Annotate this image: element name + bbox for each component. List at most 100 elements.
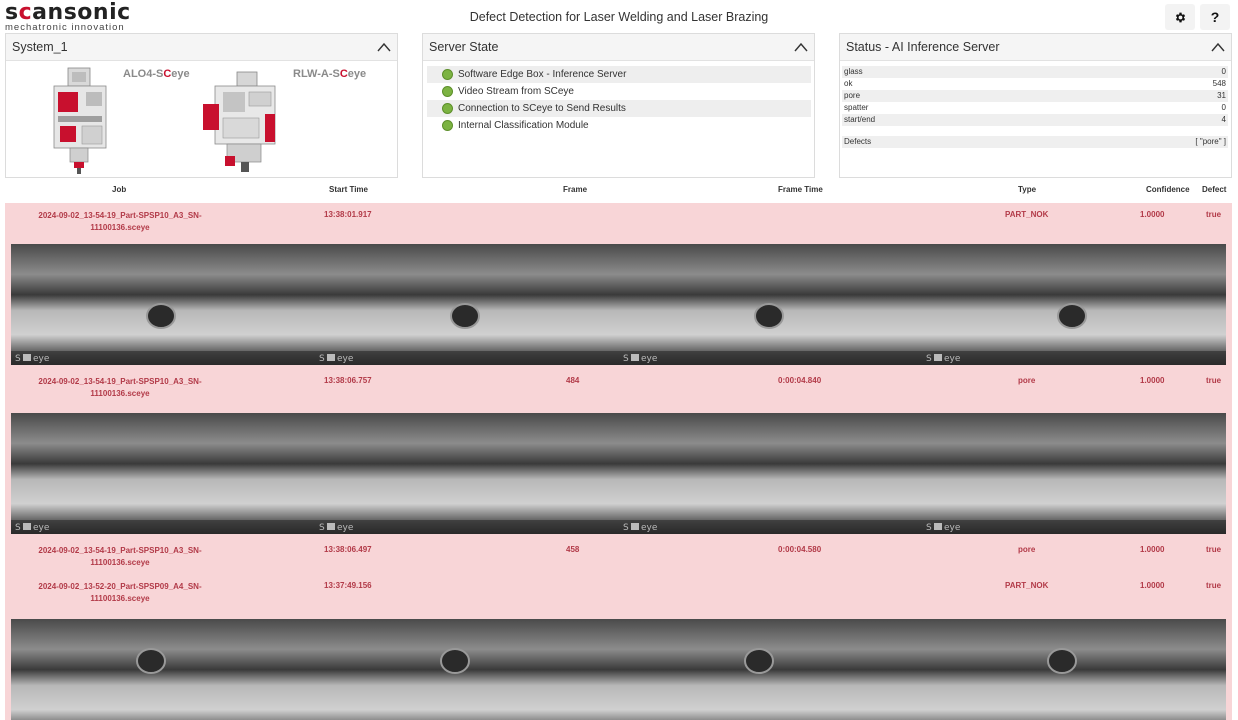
confidence-cell: 1.0000	[1140, 376, 1165, 385]
status-counts-list: glass 0 ok 548 pore 31 spatter 0 start/end 4 …	[842, 66, 1228, 148]
weld-frame-image: S eye	[619, 619, 923, 720]
svg-text:eye: eye	[944, 523, 961, 533]
server-state-item: Video Stream from SCeye	[427, 83, 811, 100]
ai-status-panel: Status - AI Inference Server glass 0 ok 54…	[839, 33, 1232, 178]
system-panel-title: System_1	[12, 40, 68, 54]
app-header: scansonic mechatronic innovation Defect …	[0, 0, 1238, 33]
frame-thumbnail[interactable]: S eye	[315, 413, 619, 534]
status-row-pore: pore 31	[842, 90, 1228, 102]
frame-thumbnail[interactable]: S eye	[922, 244, 1226, 365]
server-state-label: Internal Classification Module	[458, 120, 589, 131]
frame-thumbnail[interactable]: S eye	[619, 619, 923, 720]
type-cell: pore	[1018, 545, 1036, 554]
svg-text:S: S	[15, 354, 21, 364]
server-state-label: Connection to SCeye to Send Results	[458, 103, 626, 114]
job-cell: 2024-09-02_13-54-19_Part-SPSP10_A3_SN- 11…	[38, 377, 202, 398]
weld-frame-image: S eye	[315, 244, 619, 365]
frame-thumbnail[interactable]: S eye	[11, 619, 315, 720]
frame-time-cell: 0:00:04.840	[778, 376, 822, 385]
server-state-panel-title: Server State	[429, 40, 499, 54]
frame-strip: S eye S	[5, 614, 1232, 720]
status-row-defects: Defects[ "pore" ]	[842, 136, 1228, 148]
frame-cell: 484	[566, 376, 580, 385]
column-header-frame-time[interactable]: Frame Time	[778, 185, 823, 194]
svg-text:eye: eye	[641, 523, 658, 533]
frame-thumbnail[interactable]: S eye	[11, 413, 315, 534]
job-cell: 2024-09-02_13-52-20_Part-SPSP09_A4_SN- 11…	[38, 582, 202, 603]
ai-status-panel-header[interactable]: Status - AI Inference Server	[840, 34, 1231, 61]
frame-thumbnail[interactable]: S eye	[619, 413, 923, 534]
logo-tagline: mechatronic innovation	[5, 22, 125, 33]
defect-cell: true	[1206, 581, 1222, 590]
alo4-sceye-label: ALO4-SCeye	[123, 68, 190, 80]
weld-frame-image: S eye	[315, 413, 619, 534]
table-row[interactable]: 2024-09-02_13-54-19_Part-SPSP10_A3_SN- 11…	[5, 203, 1232, 239]
chevron-up-icon[interactable]	[794, 41, 808, 53]
frame-cell: 458	[566, 545, 580, 554]
column-header-start-time[interactable]: Start Time	[329, 185, 368, 194]
frame-thumbnail[interactable]: S eye	[922, 413, 1226, 534]
defect-cell: true	[1206, 210, 1222, 219]
frame-thumbnail[interactable]: S eye	[315, 244, 619, 365]
server-state-item: Connection to SCeye to Send Results	[427, 100, 811, 117]
svg-text:S: S	[926, 354, 932, 364]
column-header-defect[interactable]: Defect	[1202, 185, 1226, 194]
svg-text:S: S	[926, 523, 932, 533]
start-time-cell: 13:38:06.497	[324, 545, 372, 554]
table-row[interactable]: 2024-09-02_13-52-20_Part-SPSP09_A4_SN- 11…	[5, 574, 1232, 614]
status-ok-icon	[442, 69, 453, 80]
settings-button[interactable]	[1165, 4, 1195, 30]
system-panel: System_1 ALO4-SCeye RLW-A-SCeye	[5, 33, 398, 178]
weld-frame-image: S eye	[619, 244, 923, 365]
chevron-up-icon[interactable]	[377, 41, 391, 53]
svg-text:eye: eye	[33, 354, 50, 364]
column-header-confidence[interactable]: Confidence	[1146, 185, 1190, 194]
svg-text:eye: eye	[337, 354, 354, 364]
frame-strip: S eye S	[5, 239, 1232, 369]
table-row[interactable]: 2024-09-02_13-54-19_Part-SPSP10_A3_SN- 11…	[5, 369, 1232, 408]
status-ok-icon	[442, 120, 453, 131]
svg-text:S: S	[623, 523, 629, 533]
svg-text:eye: eye	[944, 354, 961, 364]
svg-text:eye: eye	[337, 523, 354, 533]
weld-frame-image: S eye	[922, 413, 1226, 534]
frame-thumbnail[interactable]: S eye	[11, 244, 315, 365]
weld-frame-image: S eye	[619, 413, 923, 534]
confidence-cell: 1.0000	[1140, 581, 1165, 590]
frame-thumbnail[interactable]: S eye	[315, 619, 619, 720]
frame-thumbnail[interactable]: S eye	[922, 619, 1226, 720]
start-time-cell: 13:37:49.156	[324, 581, 372, 590]
server-state-panel: Server State Software Edge Box - Inferen…	[422, 33, 815, 178]
svg-text:S: S	[623, 354, 629, 364]
server-state-panel-header[interactable]: Server State	[423, 34, 814, 61]
status-row-start-end: start/end 4	[842, 114, 1228, 126]
svg-text:S: S	[319, 523, 325, 533]
status-ok-icon	[442, 86, 453, 97]
defect-cell: true	[1206, 376, 1222, 385]
column-header-type[interactable]: Type	[1018, 185, 1036, 194]
results-table-header: Job Start Time Frame Frame Time Type Con…	[5, 184, 1232, 198]
status-row-spatter: spatter 0	[844, 103, 1226, 112]
frame-time-cell: 0:00:04.580	[778, 545, 822, 554]
type-cell: pore	[1018, 376, 1036, 385]
status-row-glass: glass 0	[842, 66, 1228, 78]
rlw-a-sceye-image	[203, 71, 276, 172]
page-title: Defect Detection for Laser Welding and L…	[469, 10, 769, 24]
frame-thumbnail[interactable]: S eye	[619, 244, 923, 365]
help-button[interactable]: ?	[1200, 4, 1230, 30]
svg-text:eye: eye	[641, 354, 658, 364]
weld-frame-image: S eye	[11, 244, 315, 365]
type-cell: PART_NOK	[1005, 210, 1049, 219]
weld-frame-image: S eye	[922, 244, 1226, 365]
rlw-a-sceye-label: RLW-A-SCeye	[293, 68, 367, 80]
job-cell: 2024-09-02_13-54-19_Part-SPSP10_A3_SN- 11…	[38, 211, 202, 232]
chevron-up-icon[interactable]	[1211, 41, 1225, 53]
system-panel-header[interactable]: System_1	[6, 34, 397, 61]
status-row-ok: ok 548	[844, 79, 1226, 88]
column-header-frame[interactable]: Frame	[563, 185, 587, 194]
column-header-job[interactable]: Job	[112, 185, 126, 194]
table-row[interactable]: 2024-09-02_13-54-19_Part-SPSP10_A3_SN- 11…	[5, 538, 1232, 574]
server-state-item: Internal Classification Module	[427, 117, 811, 134]
weld-frame-image: S eye	[315, 619, 619, 720]
svg-text:eye: eye	[33, 523, 50, 533]
